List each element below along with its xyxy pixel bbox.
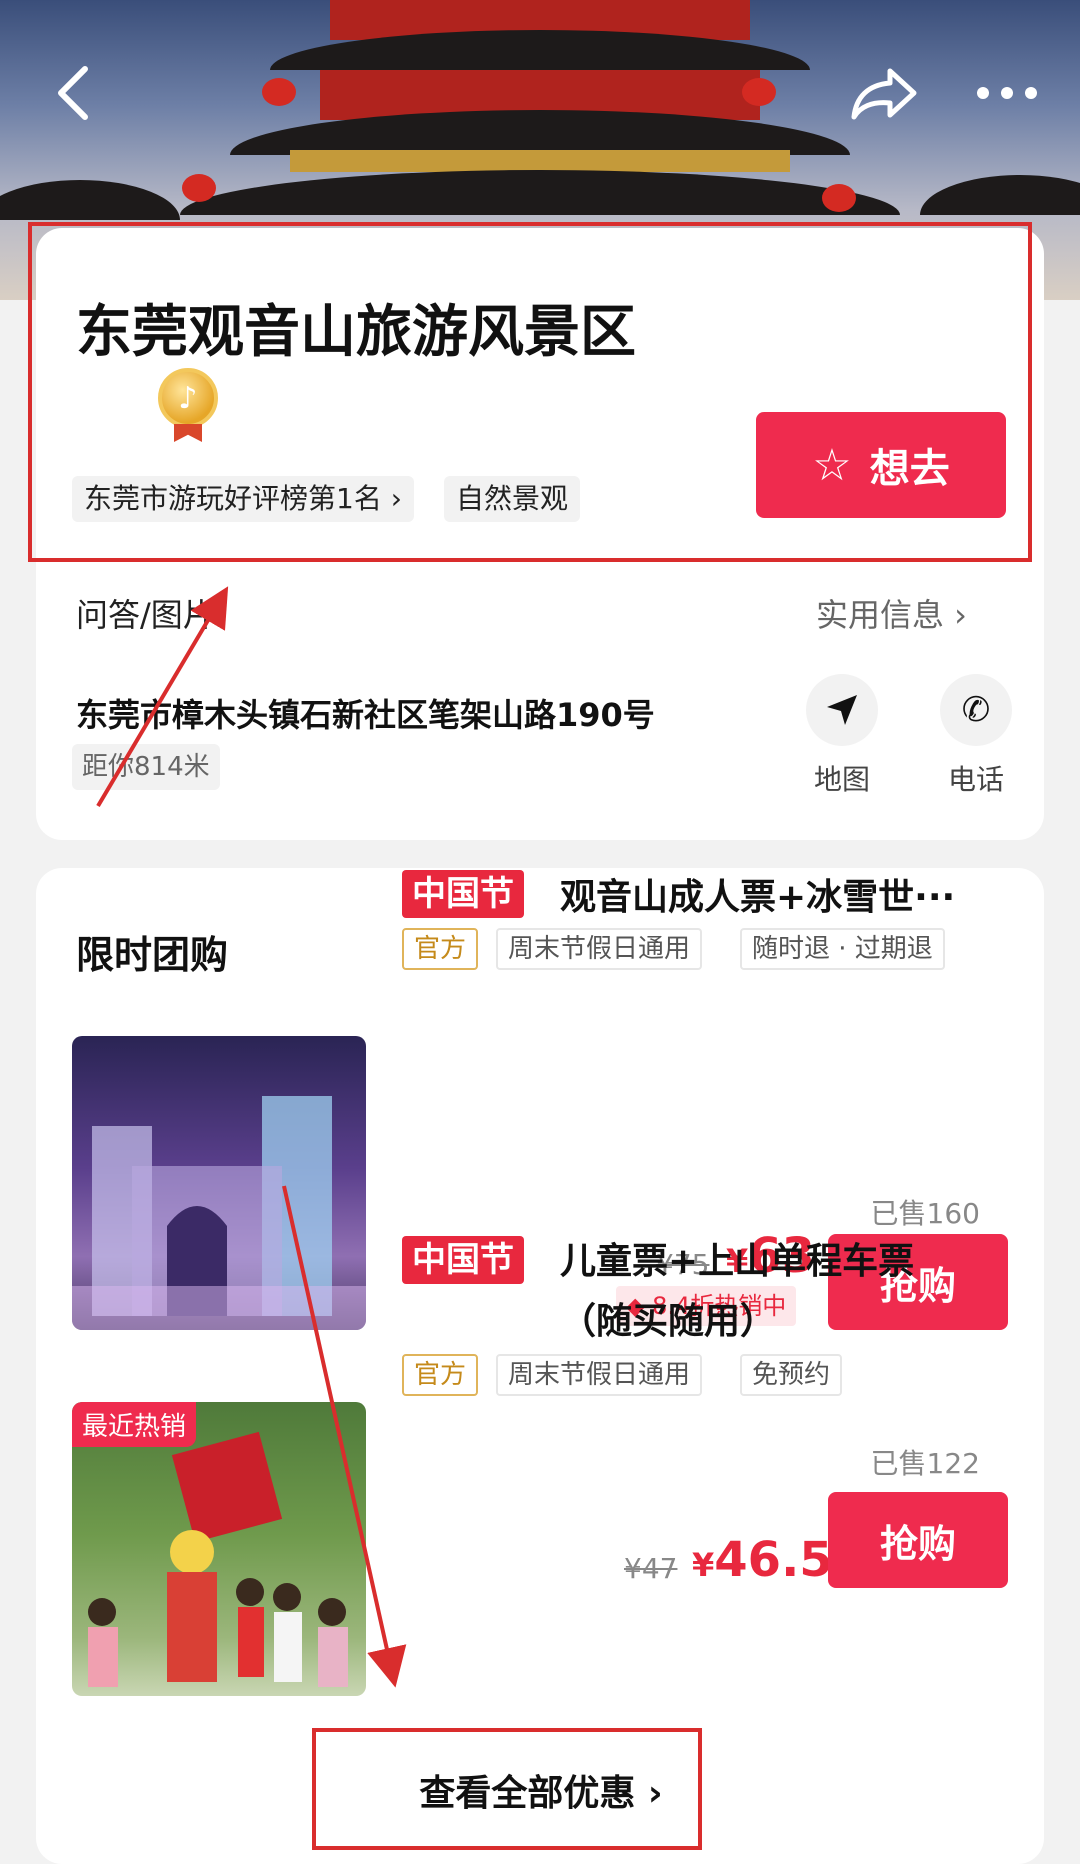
star-icon: ☆	[812, 439, 852, 491]
rank-tag[interactable]: 东莞市游玩好评榜第1名 ›	[72, 476, 414, 522]
want-label: 想去	[869, 446, 950, 492]
price-value: 46.5	[714, 1532, 833, 1588]
want-to-go-button[interactable]: ☆ 想去	[756, 412, 1006, 518]
no-reservation-chip: 免预约	[740, 1354, 843, 1396]
pavilion-roof	[180, 170, 900, 215]
deal-name-line2: （随买随用）	[560, 1301, 777, 1342]
lantern	[822, 184, 856, 212]
view-all-deals-link[interactable]: 查看全部优惠 ›	[346, 1730, 736, 1850]
section-title: 限时团购	[76, 933, 229, 977]
map-button[interactable]	[806, 674, 878, 746]
weekend-chip: 周末节假日通用	[496, 928, 703, 970]
share-button[interactable]	[850, 58, 920, 128]
lantern	[182, 174, 216, 202]
deal-thumbnail-kids[interactable]: 最近热销	[72, 1402, 366, 1696]
attraction-title: 东莞观音山旅游风景区	[76, 300, 636, 365]
phone-icon: ✆	[961, 690, 991, 730]
phone-label: 电话	[947, 763, 1004, 796]
currency-symbol: ¥	[692, 1546, 715, 1584]
festival-tag: 中国节	[402, 870, 524, 918]
hot-sale-badge: 最近热销	[72, 1402, 197, 1447]
share-arrow-icon	[851, 68, 917, 120]
original-price: ¥47	[624, 1552, 678, 1585]
douyin-medal-icon: ♪	[158, 368, 218, 428]
festival-tag: 中国节	[402, 1236, 524, 1284]
weekend-chip: 周末节假日通用	[496, 1354, 703, 1396]
phone-button[interactable]: ✆	[940, 674, 1012, 746]
lantern	[742, 78, 776, 106]
back-button[interactable]	[38, 58, 108, 128]
map-label: 地图	[813, 763, 870, 796]
qa-photos-link[interactable]: 问答/图片	[76, 590, 215, 636]
deal-price: ¥46.5	[692, 1532, 833, 1588]
official-chip: 官方	[402, 1354, 479, 1396]
address-text: 东莞市樟木头镇石新社区笔架山路190号	[76, 696, 655, 734]
deal-thumbnail-ice-castle[interactable]	[72, 1036, 366, 1330]
ice-castle-image	[72, 1096, 366, 1330]
buy-button[interactable]: 抢购	[828, 1492, 1008, 1588]
side-roof	[0, 180, 180, 220]
deal-name[interactable]: 观音山成人票+冰雪世···	[560, 868, 955, 928]
medal-ribbon	[174, 424, 202, 442]
deal-name[interactable]: 儿童票+上山单程车票 （随买随用）	[560, 1232, 914, 1352]
more-dots-icon	[977, 87, 1037, 99]
side-roof	[920, 175, 1080, 215]
official-chip: 官方	[402, 928, 479, 970]
refund-chip: 随时退 · 过期退	[740, 928, 945, 970]
navigation-arrow-icon	[827, 695, 857, 725]
more-button[interactable]	[972, 58, 1042, 128]
pavilion-beam	[290, 150, 790, 172]
practical-info-link[interactable]: 实用信息 ›	[816, 590, 967, 636]
deal-name-line1: 儿童票+上山单程车票	[560, 1241, 915, 1282]
attraction-info-card: 东莞观音山旅游风景区 ♪ 东莞市游玩好评榜第1名 › 自然景观 ☆ 想去 问答/…	[36, 228, 1044, 840]
category-tag: 自然景观	[444, 476, 581, 522]
group-deals-card: 限时团购 中国节 观音山成人票+冰雪世··· 官方 周末节假日通用 随时退 · …	[36, 868, 1044, 1864]
distance-badge: 距你814米	[72, 744, 220, 790]
chevron-left-icon	[58, 66, 88, 120]
sold-count: 已售160	[870, 1197, 980, 1230]
lantern	[262, 78, 296, 106]
sold-count: 已售122	[870, 1447, 980, 1480]
